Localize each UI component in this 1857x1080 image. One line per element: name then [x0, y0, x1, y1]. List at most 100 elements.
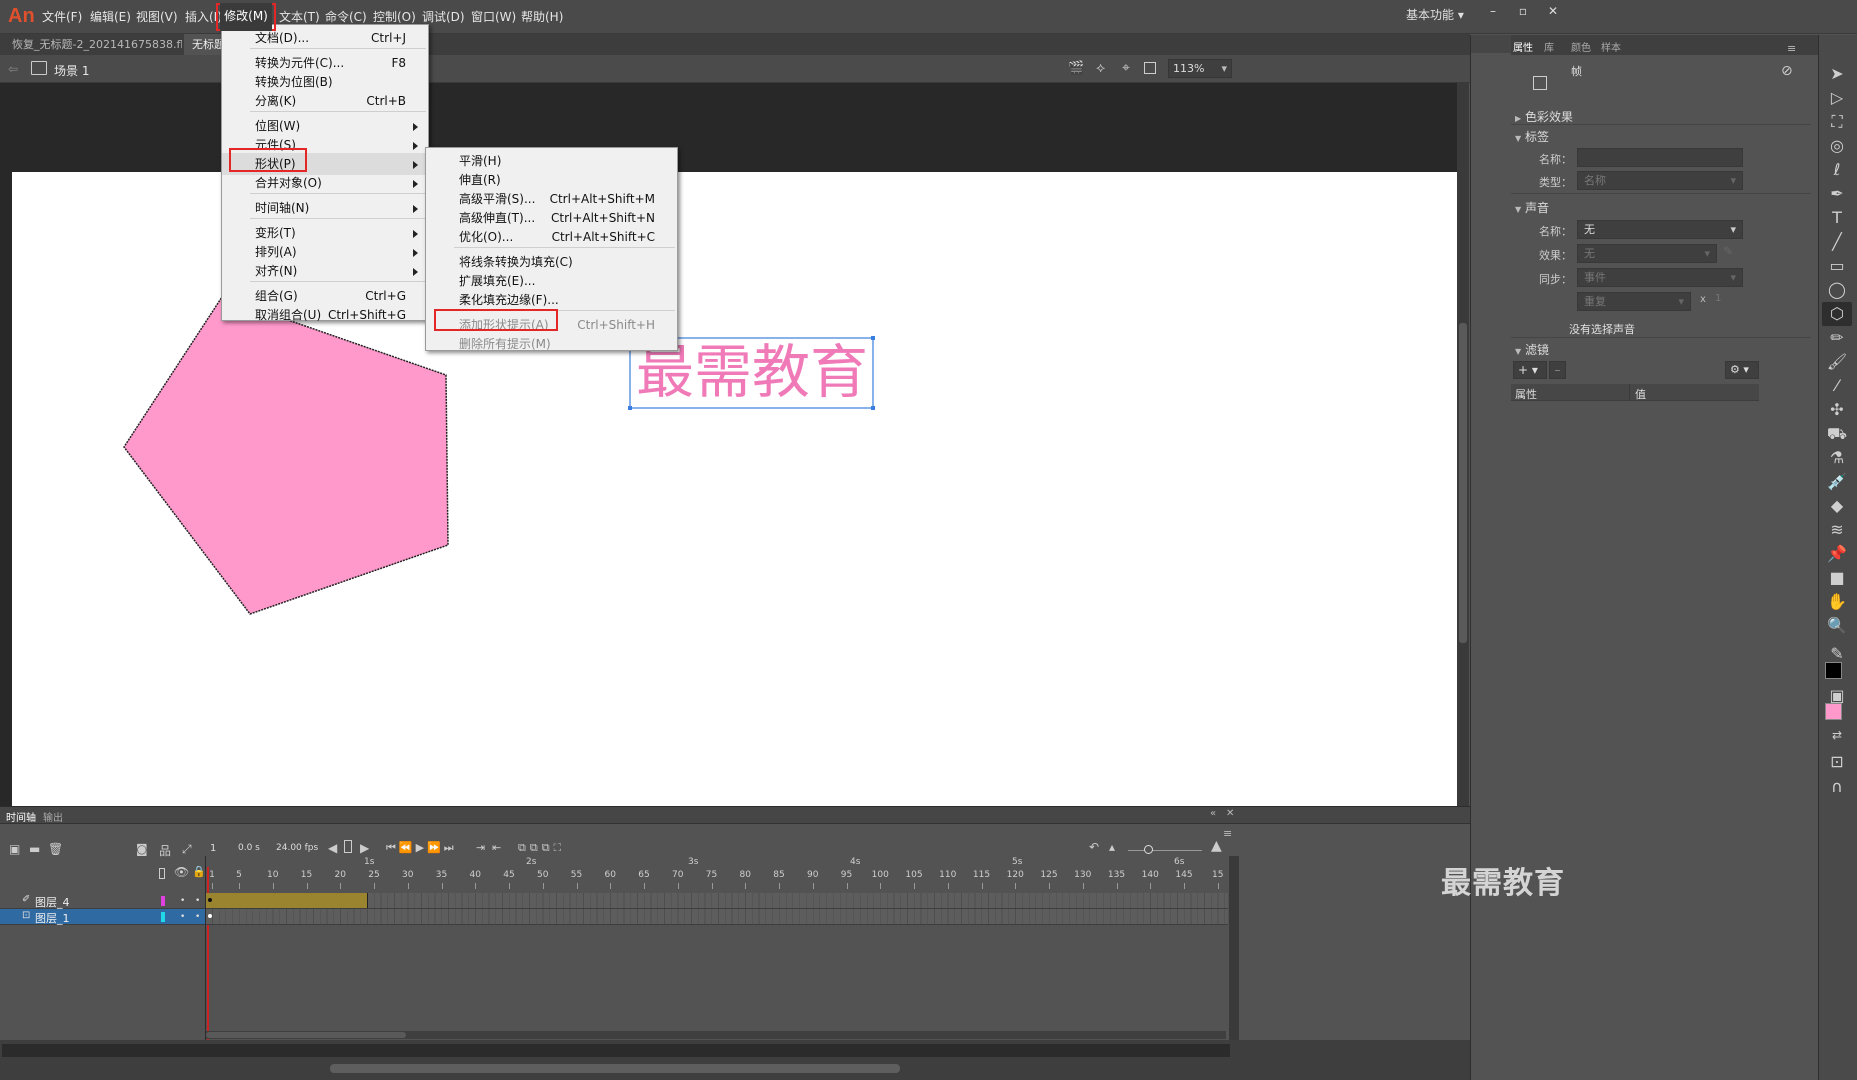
frame-span[interactable] — [206, 893, 368, 908]
free-transform-tool-icon[interactable]: ⛶ — [1822, 110, 1852, 134]
layer-color-swatch[interactable] — [161, 912, 165, 922]
polystar-tool-icon[interactable]: ⬡ — [1822, 302, 1852, 326]
subselection-tool-icon[interactable]: ▷ — [1822, 86, 1852, 110]
workspace-switcher[interactable]: 基本功能 ▾ — [1406, 6, 1464, 23]
text-tool-icon[interactable]: T — [1822, 206, 1852, 230]
undo-icon[interactable]: ↶ — [1089, 840, 1099, 854]
oval-tool-icon[interactable]: ◯ — [1822, 278, 1852, 302]
menu-0[interactable]: 文件(F) — [40, 0, 84, 34]
back-arrow-icon[interactable]: ⇦ — [8, 62, 18, 76]
layer-lock-dot[interactable]: • — [195, 912, 200, 922]
current-frame[interactable]: 1 — [210, 843, 216, 854]
layer-lock-dot[interactable]: • — [195, 896, 200, 906]
center-frame-icon[interactable]: ⇤ — [492, 841, 501, 854]
eye-icon[interactable]: 👁 — [174, 865, 189, 879]
stroke-color-swatch[interactable] — [1825, 662, 1842, 679]
onion-skin-icons[interactable]: ⧉⧉⧉⛶ — [518, 841, 565, 855]
text-handle[interactable] — [628, 406, 632, 410]
delete-layer-icon[interactable]: 🗑 — [48, 842, 63, 856]
current-time[interactable]: 0.0 s — [238, 843, 260, 853]
section-sound[interactable]: ▼ 声音 — [1515, 199, 1549, 216]
stage-vertical-scrollbar[interactable] — [1457, 83, 1469, 806]
menu-2[interactable]: 视图(V) — [134, 0, 180, 34]
asset-warp-tool-icon[interactable]: 📌 — [1822, 542, 1852, 566]
layer-visible-dot[interactable]: • — [180, 896, 185, 906]
repeat-count[interactable]: 1 — [1715, 293, 1721, 304]
label-type-select[interactable]: 名称 ▾ — [1577, 171, 1743, 190]
new-layer-icon[interactable]: ▣ — [9, 842, 20, 856]
pink-pentagon[interactable] — [123, 296, 449, 615]
menu-item[interactable]: 柔化填充边缘(F)... — [426, 289, 677, 311]
ink-bottle-tool-icon[interactable]: ⚗ — [1822, 446, 1852, 470]
text-handle[interactable] — [871, 406, 875, 410]
eyedropper-tool-icon[interactable]: 💉 — [1822, 470, 1852, 494]
tab-properties[interactable]: 属性 — [1513, 39, 1533, 54]
zoom-tool-icon[interactable]: 🔍 — [1822, 614, 1852, 638]
frame-ruler[interactable]: 1 5 10 15 20 25 30 35 40 45 50 55 60 65 70 75 80 85 90 95 10… — [206, 856, 1230, 891]
layer-color-swatch[interactable] — [161, 896, 165, 906]
remove-filter-button[interactable]: – — [1549, 361, 1566, 379]
playback-controls[interactable]: ⏮⏪▶⏩⏭ — [386, 841, 457, 855]
zoom-select[interactable]: 113% ▾ — [1168, 59, 1232, 78]
line-tool-icon[interactable]: ╱ — [1822, 230, 1852, 254]
section-color-effect[interactable]: ▶ 色彩效果 — [1515, 108, 1573, 125]
tab-output[interactable]: 输出 — [43, 809, 63, 824]
zoom-slider-track[interactable] — [1128, 850, 1202, 851]
paint-brush-tool-icon[interactable]: 🖌 — [1822, 350, 1852, 374]
graph-icon[interactable]: ⤢ — [182, 842, 192, 857]
pen-tool-icon[interactable]: ✒ — [1822, 182, 1852, 206]
repeat-select[interactable]: 重复 ▾ — [1577, 292, 1691, 311]
add-filter-button[interactable]: + ▾ — [1513, 361, 1547, 379]
edit-symbol-icon[interactable]: ⟡ — [1096, 60, 1105, 76]
tab-library[interactable]: 库 — [1544, 39, 1554, 54]
center-stage-icon[interactable]: ⌖ — [1122, 60, 1130, 76]
close-icon[interactable]: ✕ — [1538, 0, 1568, 24]
collapse-icon[interactable]: « — [1210, 808, 1216, 819]
stage-horizontal-scrollbar[interactable] — [330, 1064, 900, 1073]
menu-item[interactable]: 合并对象(O) — [222, 172, 428, 194]
sound-effect-select[interactable]: 无 ▾ — [1577, 244, 1717, 263]
width-tool-icon[interactable]: ≋ — [1822, 518, 1852, 542]
snap-magnet-icon[interactable]: ∩ — [1822, 775, 1852, 799]
selection-tool-icon[interactable]: ➤ — [1822, 62, 1852, 86]
fill-color-swatch[interactable] — [1825, 703, 1842, 720]
menu-item[interactable]: 取消组合(U) Ctrl+Shift+G — [222, 304, 428, 326]
keyframe-icon[interactable] — [344, 840, 352, 853]
maximize-icon[interactable]: ▫ — [1508, 0, 1538, 24]
menu-1[interactable]: 编辑(E) — [88, 0, 133, 34]
edit-envelope-icon[interactable]: ✎ — [1723, 244, 1733, 258]
keyframe-dot[interactable] — [208, 898, 212, 902]
panel-menu-icon[interactable]: ≡ — [1223, 827, 1232, 840]
big-mountain-icon[interactable]: ▲ — [1211, 838, 1222, 854]
layer-parent-icon[interactable]: 品 — [159, 842, 171, 859]
frame-rate[interactable]: 24.00 fps — [276, 843, 318, 853]
layer-row[interactable]: ⊡ 图层_1 • • — [0, 909, 205, 925]
document-tab-active[interactable]: 无标题 — [184, 34, 224, 55]
menu-item[interactable]: 删除所有提示(M) — [426, 333, 677, 355]
small-mountain-icon[interactable]: ▴ — [1109, 840, 1115, 854]
zoom-slider-thumb[interactable] — [1144, 845, 1153, 854]
eraser-tool-icon[interactable]: ◆ — [1822, 494, 1852, 518]
section-filters[interactable]: ▼ 滤镜 — [1515, 341, 1549, 358]
layer-frames[interactable] — [206, 893, 1228, 909]
loop-icon[interactable]: ⇥ — [476, 841, 485, 854]
brush-tool-icon[interactable]: ⁄ — [1822, 374, 1852, 398]
hand-tool-icon[interactable]: ✋ — [1822, 590, 1852, 614]
menu-item[interactable]: 对齐(N) — [222, 260, 428, 282]
paint-bucket-tool-icon[interactable]: ⛟ — [1822, 422, 1852, 446]
3d-rotation-tool-icon[interactable]: ◎ — [1822, 134, 1852, 158]
next-keyframe-icon[interactable]: ▶ — [360, 841, 369, 855]
minimize-icon[interactable]: – — [1478, 0, 1508, 24]
tab-swatches[interactable]: 样本 — [1601, 39, 1621, 54]
panel-options-icon[interactable]: ≡ — [1787, 42, 1796, 55]
tab-color[interactable]: 颜色 — [1571, 39, 1591, 54]
camera-icon[interactable]: ◙ — [136, 842, 148, 856]
filter-options-gear-icon[interactable]: ⚙ ▾ — [1725, 361, 1759, 379]
rectangle-tool-icon[interactable]: ▭ — [1822, 254, 1852, 278]
prev-keyframe-icon[interactable]: ◀ — [328, 841, 337, 855]
new-folder-icon[interactable]: ▬ — [29, 842, 40, 856]
timeline-vertical-scrollbar[interactable] — [1229, 856, 1239, 1046]
edit-scene-icon[interactable]: 🎬 — [1068, 61, 1084, 76]
swap-colors-icon[interactable]: ⇄ — [1822, 723, 1852, 747]
outline-column-icon[interactable] — [159, 868, 165, 879]
